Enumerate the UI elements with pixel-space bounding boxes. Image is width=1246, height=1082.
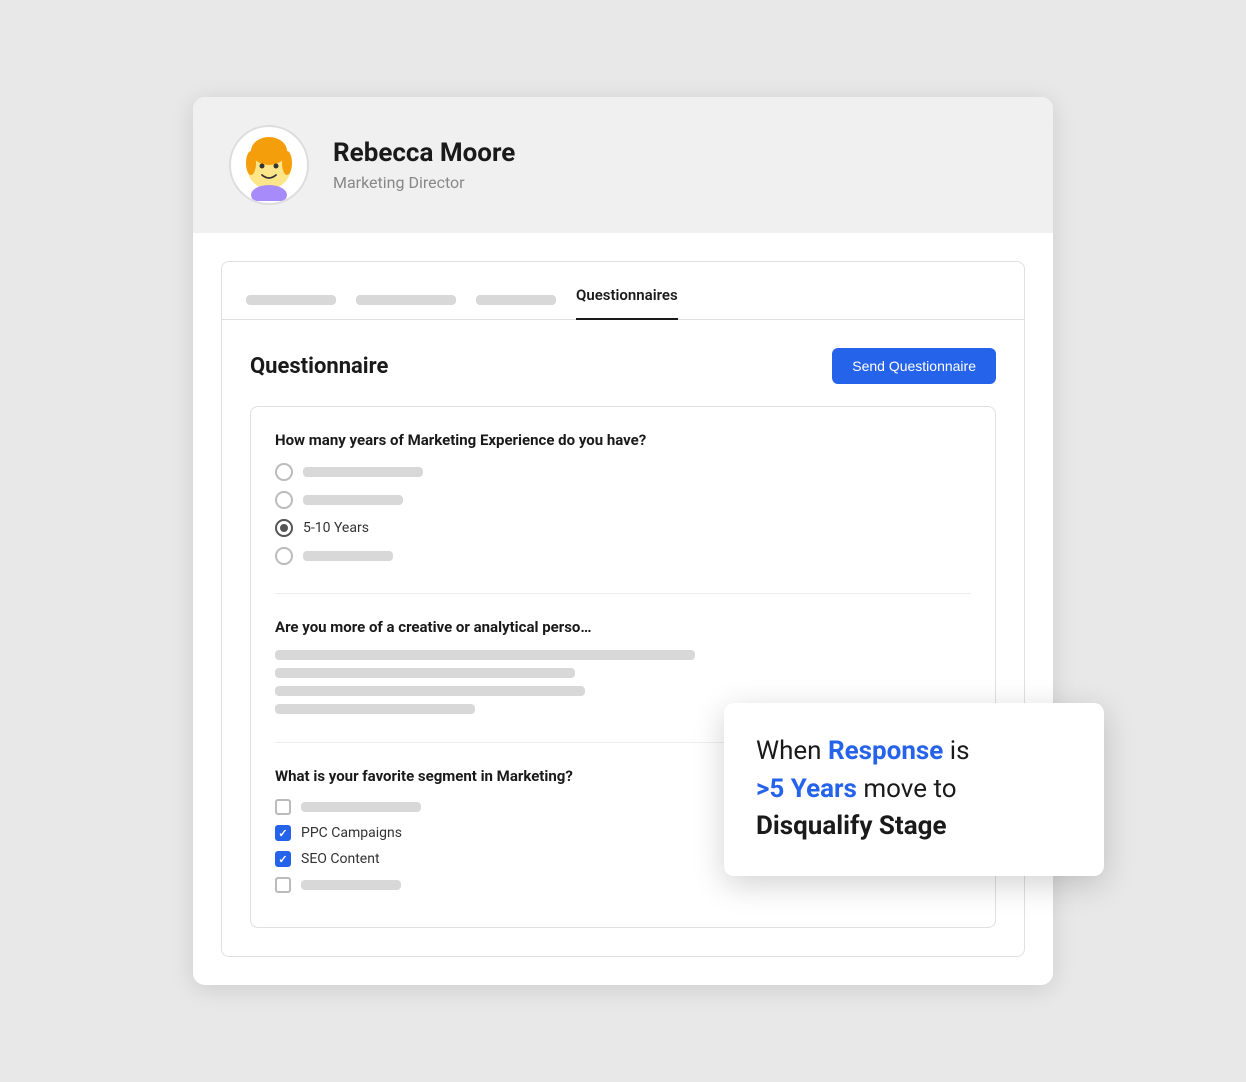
radio-row-1-2 [275,491,971,509]
radio-row-1-3: 5-10 Years [275,519,971,537]
tooltip-text: When Response is >5 Years move to Disqua… [756,733,1072,846]
tooltip-years-highlight: >5 Years [756,774,857,804]
checkbox-label-3-3: SEO Content [301,851,380,867]
tabs-bar: Questionnaires [222,262,1024,320]
textarea-line-3 [275,686,585,696]
radio-option-1-3-selected[interactable] [275,519,293,537]
profile-name: Rebecca Moore [333,138,515,169]
profile-info: Rebecca Moore Marketing Director [333,138,515,192]
tooltip-prefix: When [756,736,828,766]
checkbox-3-2-checked[interactable] [275,825,291,841]
tooltip-response-highlight: Response [828,736,943,766]
tab-questionnaires[interactable]: Questionnaires [576,286,678,320]
inner-card: Questionnaires Questionnaire Send Questi… [221,261,1025,957]
radio-option-1-4[interactable] [275,547,293,565]
radio-placeholder-1-2 [303,495,403,505]
radio-label-1-3: 5-10 Years [303,520,369,536]
profile-title: Marketing Director [333,173,515,192]
profile-header: Rebecca Moore Marketing Director [193,97,1053,233]
radio-placeholder-1-4 [303,551,393,561]
checkbox-placeholder-3-1 [301,802,421,812]
radio-row-1-1 [275,463,971,481]
check-row-3-4 [275,877,971,893]
section-title: Questionnaire [250,354,388,379]
checkbox-3-1[interactable] [275,799,291,815]
textarea-line-1 [275,650,695,660]
send-questionnaire-button[interactable]: Send Questionnaire [832,348,996,384]
textarea-placeholder [275,650,775,714]
tooltip-suffix-1: is [943,736,969,766]
tab-placeholder-1[interactable] [246,295,336,305]
radio-option-1-2[interactable] [275,491,293,509]
question-label-2: Are you more of a creative or analytical… [275,618,971,636]
section-header: Questionnaire Send Questionnaire [250,348,996,384]
checkbox-3-4[interactable] [275,877,291,893]
tab-placeholder-3[interactable] [476,295,556,305]
checkbox-label-3-2: PPC Campaigns [301,825,402,841]
textarea-line-2 [275,668,575,678]
main-card: Rebecca Moore Marketing Director Questio… [193,97,1053,985]
avatar [229,125,309,205]
tooltip-card: When Response is >5 Years move to Disqua… [724,703,1104,876]
textarea-line-4 [275,704,475,714]
tooltip-suffix-2: move to [857,774,957,804]
radio-option-1-1[interactable] [275,463,293,481]
radio-row-1-4 [275,547,971,565]
tooltip-disqualify: Disqualify Stage [756,811,947,841]
question-block-1: How many years of Marketing Experience d… [275,431,971,565]
checkbox-placeholder-3-4 [301,880,401,890]
divider-1 [275,593,971,594]
checkbox-3-3-checked[interactable] [275,851,291,867]
question-block-2: Are you more of a creative or analytical… [275,618,971,714]
tab-placeholder-2[interactable] [356,295,456,305]
radio-placeholder-1-1 [303,467,423,477]
question-label-1: How many years of Marketing Experience d… [275,431,971,449]
